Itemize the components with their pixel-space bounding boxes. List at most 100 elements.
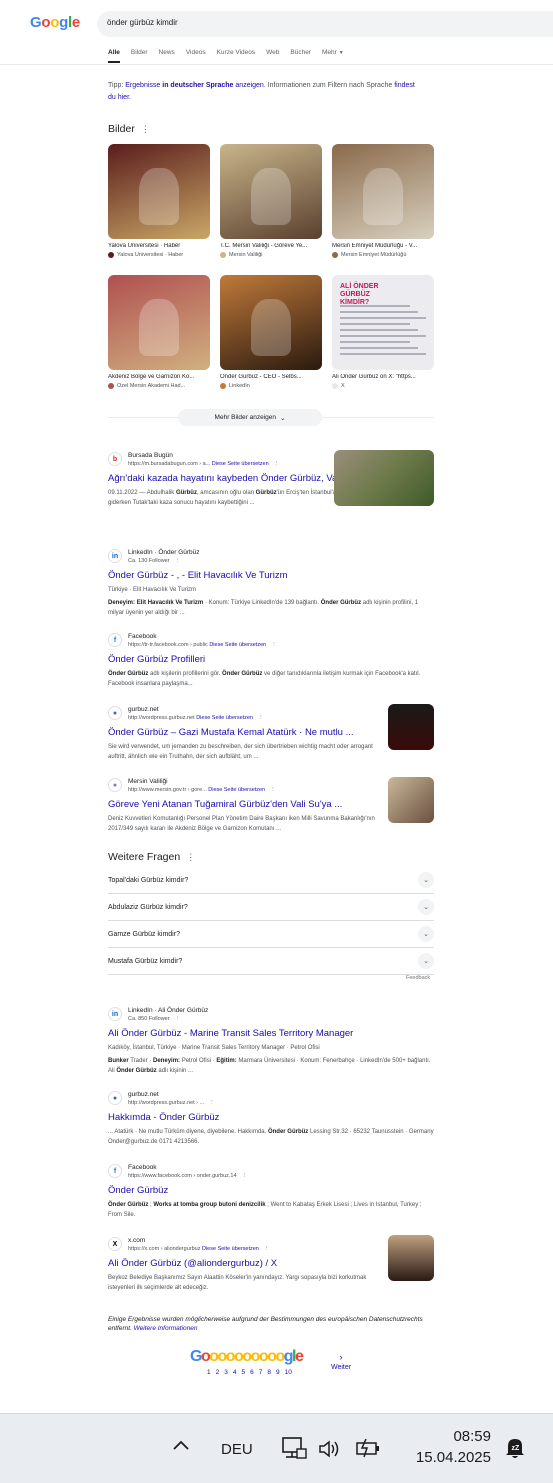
image-thumbnail[interactable]: [220, 275, 322, 370]
translate-link[interactable]: Diese Seite übersetzen: [202, 1246, 259, 1252]
tip-results-link[interactable]: Ergebnisse: [125, 82, 160, 89]
search-box[interactable]: önder gürbüz kimdir: [97, 11, 553, 37]
paa-question[interactable]: Gamze Gürbüz kimdir? ⌄: [108, 921, 434, 948]
image-thumbnail[interactable]: [332, 144, 434, 239]
result-site[interactable]: f Facebook https://www.facebook.com › onde…: [108, 1163, 434, 1181]
result-title[interactable]: Hakkımda - Önder Gürbüz: [108, 1111, 434, 1124]
image-result[interactable]: Önder Gürbüz - CEO - Selbs... LinkedIn: [220, 275, 322, 389]
network-icon[interactable]: [281, 1436, 307, 1467]
result-title[interactable]: Önder Gürbüz Profilleri: [108, 653, 434, 666]
language-indicator[interactable]: DEU: [221, 1441, 253, 1458]
image-title[interactable]: Ali Önder Gürbüz on X: "https...: [332, 374, 434, 380]
image-title[interactable]: Önder Gürbüz - CEO - Selbs...: [220, 374, 322, 380]
chevron-down-icon[interactable]: ⌄: [418, 872, 434, 888]
image-thumbnail[interactable]: [220, 144, 322, 239]
more-options-icon[interactable]: ⋮: [186, 852, 195, 863]
result-title[interactable]: Ali Önder Gürbüz (@aliondergurbuz) / X: [108, 1257, 378, 1270]
more-options-icon[interactable]: ⋮: [209, 1100, 215, 1106]
result-site[interactable]: Xx.com https://x.com › aliondergurbuz Die…: [108, 1236, 378, 1254]
chevron-up-icon[interactable]: [172, 1438, 190, 1456]
image-result[interactable]: Yalova Üniversitesi · Haber Yalova Üniver…: [108, 144, 210, 258]
notification-bell-icon[interactable]: zZ: [504, 1436, 526, 1465]
translate-link[interactable]: Diese Seite übersetzen: [209, 642, 266, 648]
tip-german-link[interactable]: in deutscher Sprache: [162, 82, 233, 89]
result-title[interactable]: Ali Önder Gürbüz - Marine Transit Sales …: [108, 1027, 434, 1040]
translate-link[interactable]: Diese Seite übersetzen: [196, 715, 253, 721]
result-site[interactable]: in LinkedIn · Önder Gürbüz Ca. 130 Followe…: [108, 548, 434, 566]
chevron-down-icon[interactable]: ⌄: [418, 899, 434, 915]
page-6-link[interactable]: 6: [250, 1369, 254, 1376]
result-site[interactable]: f Facebook https://tr-tr.facebook.com › pu…: [108, 632, 434, 650]
result-site[interactable]: in LinkedIn · Ali Önder Gürbüz Ca. 850 Fol…: [108, 1006, 434, 1024]
page-3-link[interactable]: 3: [224, 1369, 228, 1376]
image-title[interactable]: Yalova Üniversitesi · Haber: [108, 243, 210, 249]
more-options-icon[interactable]: ⋮: [274, 461, 280, 467]
disclaimer-more-link[interactable]: Weitere Informationen: [134, 1325, 198, 1332]
page-9-link[interactable]: 9: [276, 1369, 280, 1376]
chevron-down-icon[interactable]: ⌄: [418, 926, 434, 942]
result-thumbnail[interactable]: [388, 1235, 434, 1281]
tab-web[interactable]: Web: [266, 49, 279, 61]
image-thumbnail[interactable]: [108, 144, 210, 239]
image-title[interactable]: Mersin Emniyet Müdürlüğü - V...: [332, 243, 434, 249]
feedback-link[interactable]: Feedback: [406, 975, 430, 981]
result-title[interactable]: Göreve Yeni Atanan Tuğamiral Gürbüz'den …: [108, 798, 378, 811]
page-8-link[interactable]: 8: [267, 1369, 271, 1376]
image-result[interactable]: Akdeniz Bölge ve Garnizon Ko... Özel Mers…: [108, 275, 210, 389]
tab-kurze-videos[interactable]: Kurze Videos: [217, 49, 256, 61]
page-1-link[interactable]: 1: [207, 1369, 211, 1376]
next-page-button[interactable]: › Weiter: [331, 1352, 351, 1371]
translate-link[interactable]: Diese Seite übersetzen: [208, 787, 265, 793]
page-7-link[interactable]: 7: [259, 1369, 263, 1376]
more-options-icon[interactable]: ⋮: [141, 124, 150, 135]
image-title[interactable]: Akdeniz Bölge ve Garnizon Ko...: [108, 374, 210, 380]
image-source: Mersin Emniyet Müdürlüğü: [332, 252, 434, 258]
more-options-icon[interactable]: ⋮: [271, 642, 277, 648]
image-result[interactable]: ALİ ÖNDER GÜRBÜZ KİMDİR? Ali Önder Gürbüz…: [332, 275, 434, 389]
page-10-link[interactable]: 10: [285, 1369, 292, 1376]
page-5-link[interactable]: 5: [242, 1369, 246, 1376]
tab-alle[interactable]: Alle: [108, 49, 120, 63]
tip-show-link[interactable]: anzeigen: [235, 82, 263, 89]
image-result[interactable]: Mersin Emniyet Müdürlüğü - V... Mersin Em…: [332, 144, 434, 258]
more-options-icon[interactable]: ⋮: [175, 1016, 181, 1022]
pagination-logo-letter: o: [250, 1348, 261, 1365]
result-thumbnail[interactable]: [334, 450, 434, 506]
search-input[interactable]: önder gürbüz kimdir: [107, 18, 178, 27]
tab-bücher[interactable]: Bücher: [290, 49, 311, 61]
tab-news[interactable]: News: [159, 49, 175, 61]
more-options-icon[interactable]: ⋮: [242, 1173, 248, 1179]
tab-mehr[interactable]: Mehr ▼: [322, 49, 344, 61]
result-title[interactable]: Önder Gürbüz - , - Elit Havacılık Ve Tur…: [108, 569, 434, 582]
more-options-icon[interactable]: ⋮: [175, 558, 181, 564]
result-title[interactable]: Önder Gürbüz – Gazi Mustafa Kemal Atatür…: [108, 726, 378, 739]
tab-bilder[interactable]: Bilder: [131, 49, 148, 61]
paa-question[interactable]: Abdulaziz Gürbüz kimdir? ⌄: [108, 894, 434, 921]
chevron-down-icon[interactable]: ⌄: [418, 953, 434, 969]
result-site[interactable]: ● gurbuz.net http://wordpress.gurbuz.net ›…: [108, 1090, 434, 1108]
result-title[interactable]: Önder Gürbüz: [108, 1184, 434, 1197]
clock[interactable]: 08:59 15.04.2025: [403, 1428, 491, 1466]
thumbnail-text-line: [340, 311, 418, 313]
more-options-icon[interactable]: ⋮: [264, 1246, 270, 1252]
page-2-link[interactable]: 2: [216, 1369, 220, 1376]
paa-question[interactable]: Mustafa Gürbüz kimdir? ⌄: [108, 948, 434, 975]
tab-videos[interactable]: Videos: [186, 49, 206, 61]
image-result[interactable]: T.C. Mersin Valiliği - Göreve Ye... Mersi…: [220, 144, 322, 258]
more-options-icon[interactable]: ⋮: [270, 787, 276, 793]
result-site[interactable]: ● gurbuz.net http://wordpress.gurbuz.net D…: [108, 705, 378, 723]
more-options-icon[interactable]: ⋮: [258, 715, 264, 721]
battery-icon[interactable]: [355, 1438, 381, 1463]
result-thumbnail[interactable]: [388, 704, 434, 750]
page-4-link[interactable]: 4: [233, 1369, 237, 1376]
google-logo[interactable]: Google: [30, 14, 80, 31]
translate-link[interactable]: Diese Seite übersetzen: [212, 461, 269, 467]
paa-question[interactable]: Topal'daki Gürbüz kimdir? ⌄: [108, 867, 434, 894]
image-title[interactable]: T.C. Mersin Valiliği - Göreve Ye...: [220, 243, 322, 249]
result-site[interactable]: ● Mersin Valiliği http://www.mersin.gov.tr…: [108, 777, 378, 795]
image-thumbnail[interactable]: [108, 275, 210, 370]
result-thumbnail[interactable]: [388, 777, 434, 823]
speaker-icon[interactable]: [318, 1439, 342, 1464]
image-thumbnail[interactable]: ALİ ÖNDER GÜRBÜZ KİMDİR?: [332, 275, 434, 370]
more-images-button[interactable]: Mehr Bilder anzeigen ⌄: [178, 409, 322, 426]
